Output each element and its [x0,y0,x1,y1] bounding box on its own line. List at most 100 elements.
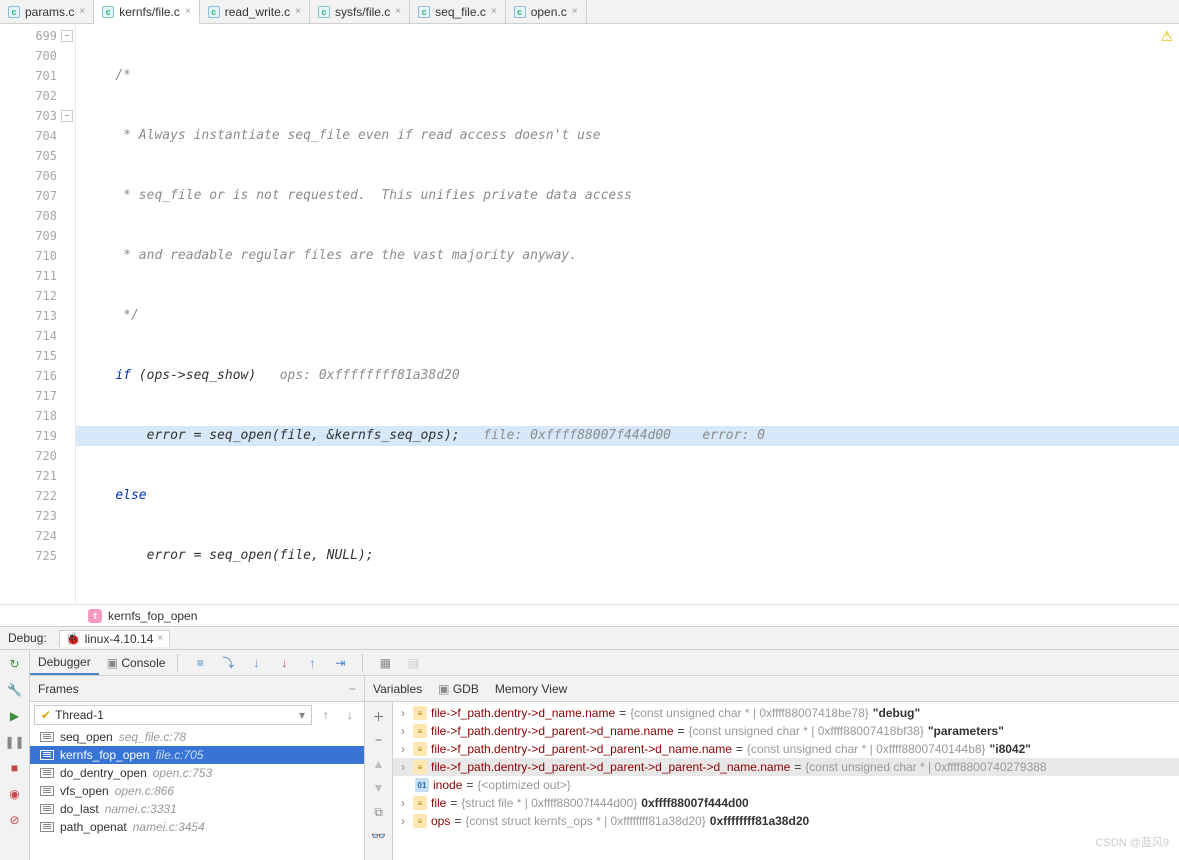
close-icon[interactable]: × [79,6,85,17]
tab-kernfs-file[interactable]: c kernfs/file.c × [94,0,200,24]
expand-icon[interactable]: › [397,742,409,756]
down-button[interactable]: ▼ [369,778,389,798]
remove-watch-button[interactable]: − [369,730,389,750]
string-icon: ≡ [413,760,427,774]
tab-read-write[interactable]: c read_write.c × [200,0,310,23]
next-frame-button[interactable]: ↓ [340,705,360,725]
expand-icon[interactable]: › [397,706,409,720]
frame-item[interactable]: do_dentry_open open.c:753 [30,764,364,782]
tab-label: sysfs/file.c [335,5,390,19]
var-toolbar: ＋ − ▲ ▼ ⧉ 👓 [365,702,393,860]
prev-frame-button[interactable]: ↑ [316,705,336,725]
console-tab[interactable]: ▣ Console [99,652,174,674]
c-file-icon: c [8,6,20,18]
view-breakpoints-button[interactable]: ◉ [5,784,25,804]
expand-icon[interactable]: › [397,814,409,828]
show-execution-point-button[interactable]: ≡ [190,653,210,673]
evaluate-button[interactable]: ▦ [375,653,395,673]
debug-label: Debug: [8,631,47,645]
var-item[interactable]: ›≡ file = {struct file * | 0xffff88007f4… [393,794,1179,812]
expand-icon[interactable]: › [397,760,409,774]
tab-seq-file[interactable]: c seq_file.c × [410,0,506,23]
pause-button[interactable]: ❚❚ [5,732,25,752]
var-item[interactable]: ›≡ ops = {const struct kernfs_ops * | 0x… [393,812,1179,830]
var-item[interactable]: ›≡ file->f_path.dentry->d_parent->d_pare… [393,740,1179,758]
close-icon[interactable]: × [491,6,497,17]
tab-label: seq_file.c [435,5,486,19]
frame-item[interactable]: vfs_open open.c:866 [30,782,364,800]
close-icon[interactable]: × [572,6,578,17]
c-file-icon: c [208,6,220,18]
check-icon: ✔ [41,708,51,722]
frame-item[interactable]: kernfs_fop_open file.c:705 [30,746,364,764]
editor-tabs: c params.c × c kernfs/file.c × c read_write.c… [0,0,1179,24]
glasses-icon[interactable]: 👓 [369,826,389,846]
tab-label: read_write.c [225,5,290,19]
close-icon[interactable]: × [395,6,401,17]
tab-label: params.c [25,5,74,19]
string-icon: ≡ [413,724,427,738]
fold-icon[interactable]: − [61,110,73,122]
stop-button[interactable]: ■ [5,758,25,778]
tab-params[interactable]: c params.c × [0,0,94,23]
frame-icon [40,768,54,778]
debug-session-tab[interactable]: 🐞 linux-4.10.14 × [59,630,171,647]
fold-icon[interactable]: − [61,30,73,42]
debugger-tab[interactable]: Debugger [30,651,99,675]
close-icon[interactable]: × [157,633,163,644]
gdb-tab[interactable]: ▣ GDB [438,682,479,696]
tab-sysfs-file[interactable]: c sysfs/file.c × [310,0,410,23]
var-item[interactable]: ›≡ file->f_path.dentry->d_parent->d_name… [393,722,1179,740]
c-file-icon: c [514,6,526,18]
tab-open[interactable]: c open.c × [506,0,587,23]
editor-area[interactable]: ⚠ 699− 700 701 702 703− 704 705 706 707 … [0,24,1179,604]
frame-list[interactable]: seq_open seq_file.c:78 kernfs_fop_open f… [30,728,364,860]
frame-icon [40,822,54,832]
close-icon[interactable]: × [185,6,191,17]
add-watch-button[interactable]: ＋ [369,706,389,726]
up-button[interactable]: ▲ [369,754,389,774]
debug-main: Debugger ▣ Console ≡ ⤵ ↓ ↓ ↑ ⇥ ▦ ▤ Frame… [30,650,1179,860]
step-over-button[interactable]: ⤵ [218,653,238,673]
var-item[interactable]: ›≡ file->f_path.dentry->d_parent->d_pare… [393,758,1179,776]
minimize-icon[interactable]: − [349,682,356,696]
bug-icon: 🐞 [66,632,81,646]
variables-panel: Variables ▣ GDB Memory View ＋ − ▲ ▼ ⧉ 👓 [365,676,1179,860]
resume-button[interactable]: ▶ [5,706,25,726]
frame-icon [40,750,54,760]
step-into-button[interactable]: ↓ [246,653,266,673]
frame-item[interactable]: seq_open seq_file.c:78 [30,728,364,746]
variables-list[interactable]: ›≡ file->f_path.dentry->d_name.name = {c… [393,702,1179,860]
frame-icon [40,804,54,814]
string-icon: ≡ [413,814,427,828]
thread-select[interactable]: ✔ Thread-1 ▾ [34,705,312,725]
settings-button[interactable]: 🔧 [5,680,25,700]
memory-view-tab[interactable]: Memory View [495,682,567,696]
breadcrumb-fn[interactable]: kernfs_fop_open [108,609,197,623]
c-file-icon: c [102,6,114,18]
force-step-into-button[interactable]: ↓ [274,653,294,673]
frames-header: Frames − [30,676,364,702]
run-to-cursor-button[interactable]: ⇥ [330,653,350,673]
mute-breakpoints-button[interactable]: ⊘ [5,810,25,830]
tab-label: open.c [531,5,567,19]
breadcrumb: f kernfs_fop_open [0,604,1179,626]
frame-item[interactable]: do_last namei.c:3331 [30,800,364,818]
tab-label: kernfs/file.c [119,5,180,19]
close-icon[interactable]: × [295,6,301,17]
copy-button[interactable]: ⧉ [369,802,389,822]
debug-toolbar: Debugger ▣ Console ≡ ⤵ ↓ ↓ ↑ ⇥ ▦ ▤ [30,650,1179,676]
expand-icon[interactable]: › [397,724,409,738]
frame-icon [40,786,54,796]
c-file-icon: c [318,6,330,18]
expand-icon[interactable]: › [397,796,409,810]
c-file-icon: c [418,6,430,18]
code-area[interactable]: /* * Always instantiate seq_file even if… [76,24,1179,604]
string-icon: ≡ [413,742,427,756]
more-button[interactable]: ▤ [403,653,423,673]
frame-item[interactable]: path_openat namei.c:3454 [30,818,364,836]
var-item[interactable]: ›≡ file->f_path.dentry->d_name.name = {c… [393,704,1179,722]
var-item[interactable]: 01 inode = {<optimized out>} [393,776,1179,794]
rerun-button[interactable]: ↻ [5,654,25,674]
step-out-button[interactable]: ↑ [302,653,322,673]
